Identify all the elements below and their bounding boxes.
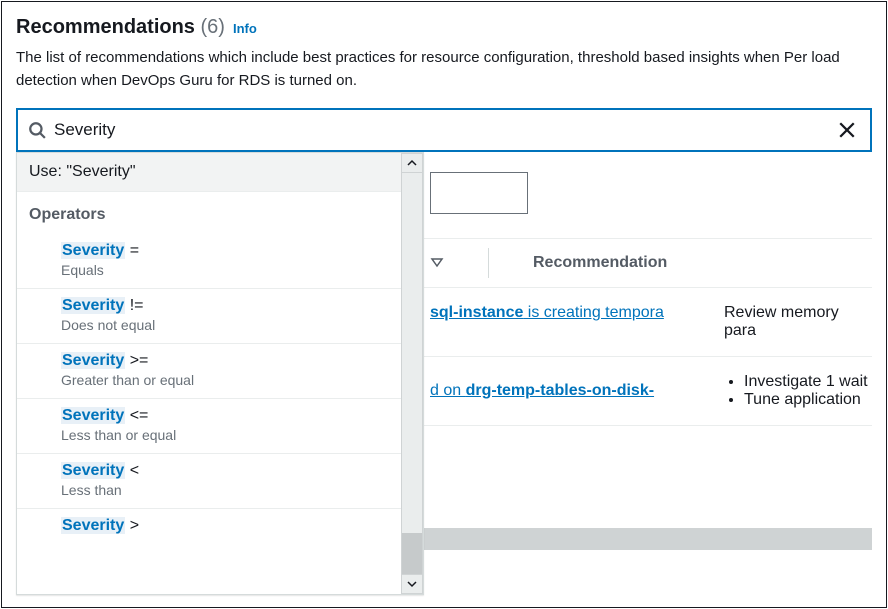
filter-select[interactable] xyxy=(430,172,528,214)
operator-option-equals[interactable]: Severity = Equals xyxy=(17,234,401,289)
search-box[interactable] xyxy=(16,108,872,152)
resource-link[interactable]: drg-temp-tables-on-disk- xyxy=(466,382,654,399)
detection-cell: d on drg-temp-tables-on-disk- xyxy=(430,382,700,400)
recommendations-panel: Recommendations (6) Info The list of rec… xyxy=(1,1,887,608)
scroll-thumb[interactable] xyxy=(402,173,422,533)
detection-link-prefix[interactable]: d on xyxy=(430,382,466,399)
scroll-up-button[interactable] xyxy=(401,153,423,173)
dropdown-scrollbar[interactable] xyxy=(401,153,423,594)
count-badge: (6) xyxy=(201,16,225,38)
scroll-down-button[interactable] xyxy=(401,574,423,594)
panel-description: The list of recommendations which includ… xyxy=(16,47,872,92)
sort-caret-icon[interactable] xyxy=(430,255,444,272)
page-title: Recommendations (6) xyxy=(16,16,225,39)
column-divider xyxy=(488,248,489,278)
detection-link-tail[interactable]: is creating tempora xyxy=(523,304,664,321)
scroll-track[interactable] xyxy=(401,173,423,574)
recommendation-item: Tune application xyxy=(744,391,872,409)
clear-search-icon[interactable] xyxy=(834,117,860,143)
operator-option-gte[interactable]: Severity >= Greater than or equal xyxy=(17,344,401,399)
horizontal-scrollbar[interactable] xyxy=(423,528,872,550)
info-link[interactable]: Info xyxy=(233,21,257,36)
operators-section-label: Operators xyxy=(17,192,401,234)
search-icon xyxy=(28,121,46,139)
operator-option-gt[interactable]: Severity > xyxy=(17,509,401,545)
resource-link[interactable]: sql-instance xyxy=(430,304,523,321)
operator-option-not-equals[interactable]: Severity != Does not equal xyxy=(17,289,401,344)
operator-option-lt[interactable]: Severity < Less than xyxy=(17,454,401,509)
column-recommendation[interactable]: Recommendation xyxy=(533,254,667,272)
use-literal-option[interactable]: Use: "Severity" xyxy=(17,153,401,192)
recommendation-item: Investigate 1 wait xyxy=(744,373,872,391)
detection-cell: sql-instance is creating tempora xyxy=(430,304,700,322)
recommendation-cell: Investigate 1 wait Tune application xyxy=(724,373,872,409)
search-input[interactable] xyxy=(54,120,826,140)
operator-option-lte[interactable]: Severity <= Less than or equal xyxy=(17,399,401,454)
search-suggestions-dropdown: Use: "Severity" Operators Severity = Equ… xyxy=(16,152,424,595)
recommendation-cell: Review memory para xyxy=(724,304,872,340)
